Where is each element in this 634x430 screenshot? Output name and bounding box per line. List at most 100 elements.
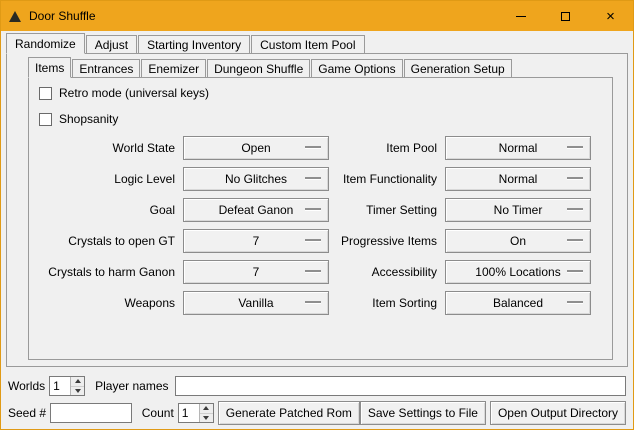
client-area: Randomize Adjust Starting Inventory Cust… <box>1 31 633 429</box>
dropdown-value: Balanced <box>493 296 543 310</box>
worlds-row: Worlds Player names <box>8 375 626 397</box>
count-spin-down-button[interactable] <box>200 414 213 423</box>
field-label: Item Functionality <box>337 167 437 191</box>
checkbox-box-icon[interactable] <box>39 113 52 126</box>
generate-patched-rom-button[interactable]: Generate Patched Rom <box>218 401 360 425</box>
save-settings-button[interactable]: Save Settings to File <box>360 401 486 425</box>
dropdown-value: 7 <box>253 234 260 248</box>
weapons-dropdown[interactable]: Vanilla <box>183 291 329 315</box>
spin-up-icon <box>75 379 81 383</box>
progressive-items-dropdown[interactable]: On <box>445 229 591 253</box>
dropdown-indicator-icon <box>567 146 583 148</box>
close-icon: × <box>606 9 615 24</box>
dropdown-indicator-icon <box>567 301 583 303</box>
spin-up-icon <box>203 406 209 410</box>
field-label: Item Pool <box>337 136 437 160</box>
dropdown-value: Open <box>241 141 270 155</box>
seed-input[interactable] <box>50 403 132 423</box>
tab-entrances[interactable]: Entrances <box>72 59 140 78</box>
count-spinner <box>178 403 214 423</box>
checkbox-box-icon[interactable] <box>39 87 52 100</box>
tab-enemizer[interactable]: Enemizer <box>141 59 206 78</box>
items-tab-pane: Retro mode (universal keys) Shopsanity W… <box>28 77 613 360</box>
retro-mode-checkbox[interactable]: Retro mode (universal keys) <box>39 84 612 102</box>
spin-down-icon <box>75 389 81 393</box>
crystals-harm-ganon-dropdown[interactable]: 7 <box>183 260 329 284</box>
dropdown-indicator-icon <box>567 270 583 272</box>
item-functionality-dropdown[interactable]: Normal <box>445 167 591 191</box>
dropdown-indicator-icon <box>567 177 583 179</box>
field-label: Weapons <box>35 291 175 315</box>
count-spin-up-button[interactable] <box>200 404 213 414</box>
tab-dungeon-shuffle[interactable]: Dungeon Shuffle <box>207 59 310 78</box>
window-title: Door Shuffle <box>29 9 96 23</box>
world-state-dropdown[interactable]: Open <box>183 136 329 160</box>
spin-down-icon <box>203 416 209 420</box>
worlds-spin-buttons <box>70 377 84 395</box>
dropdown-indicator-icon <box>305 270 321 272</box>
dropdown-value: 7 <box>253 265 260 279</box>
field-label: Progressive Items <box>337 229 437 253</box>
minimize-button[interactable] <box>498 1 543 31</box>
dropdown-value: Vanilla <box>238 296 273 310</box>
worlds-label: Worlds <box>8 379 45 393</box>
tab-starting-inventory[interactable]: Starting Inventory <box>138 35 250 54</box>
worlds-spin-down-button[interactable] <box>71 387 84 396</box>
dropdown-indicator-icon <box>305 146 321 148</box>
field-label: Crystals to open GT <box>35 229 175 253</box>
field-label: Item Sorting <box>337 291 437 315</box>
worlds-spin-up-button[interactable] <box>71 377 84 387</box>
tab-custom-item-pool[interactable]: Custom Item Pool <box>251 35 364 54</box>
tab-generation-setup[interactable]: Generation Setup <box>404 59 512 78</box>
dropdown-indicator-icon <box>305 301 321 303</box>
dropdown-value: 100% Locations <box>475 265 560 279</box>
tab-game-options[interactable]: Game Options <box>311 59 402 78</box>
inner-tab-bar: Items Entrances Enemizer Dungeon Shuffle… <box>28 57 513 78</box>
tab-randomize[interactable]: Randomize <box>6 33 85 54</box>
tab-items[interactable]: Items <box>28 57 71 78</box>
field-label: Timer Setting <box>337 198 437 222</box>
shopsanity-checkbox[interactable]: Shopsanity <box>39 110 612 128</box>
timer-setting-dropdown[interactable]: No Timer <box>445 198 591 222</box>
maximize-icon <box>561 12 570 21</box>
item-pool-dropdown[interactable]: Normal <box>445 136 591 160</box>
worlds-input[interactable] <box>50 377 70 395</box>
dropdown-indicator-icon <box>567 239 583 241</box>
close-button[interactable]: × <box>588 1 633 31</box>
item-sorting-dropdown[interactable]: Balanced <box>445 291 591 315</box>
count-input[interactable] <box>179 404 199 422</box>
dropdown-indicator-icon <box>305 208 321 210</box>
field-label: Crystals to harm Ganon <box>35 260 175 284</box>
open-output-directory-button[interactable]: Open Output Directory <box>490 401 626 425</box>
dropdown-indicator-icon <box>567 208 583 210</box>
options-grid: World State Open Item Pool Normal Logic … <box>35 136 612 315</box>
count-spin-buttons <box>199 404 213 422</box>
title-bar[interactable]: Door Shuffle × <box>1 1 633 31</box>
dropdown-value: No Glitches <box>225 172 287 186</box>
dropdown-value: Normal <box>499 172 538 186</box>
randomize-tab-pane: Items Entrances Enemizer Dungeon Shuffle… <box>6 53 628 367</box>
seed-row: Seed # Count Generate Patched Rom Save S… <box>8 401 626 425</box>
minimize-icon <box>516 16 526 17</box>
logic-level-dropdown[interactable]: No Glitches <box>183 167 329 191</box>
field-label: Accessibility <box>337 260 437 284</box>
count-label: Count <box>142 406 174 420</box>
app-icon <box>9 11 21 22</box>
tab-adjust[interactable]: Adjust <box>86 35 137 54</box>
outer-tab-bar: Randomize Adjust Starting Inventory Cust… <box>6 33 366 54</box>
checkbox-label: Shopsanity <box>59 112 118 126</box>
checkbox-label: Retro mode (universal keys) <box>59 86 209 100</box>
goal-dropdown[interactable]: Defeat Ganon <box>183 198 329 222</box>
player-names-label: Player names <box>95 379 168 393</box>
maximize-button[interactable] <box>543 1 588 31</box>
player-names-input[interactable] <box>175 376 627 396</box>
accessibility-dropdown[interactable]: 100% Locations <box>445 260 591 284</box>
caption-buttons: × <box>498 1 633 31</box>
crystals-open-gt-dropdown[interactable]: 7 <box>183 229 329 253</box>
dropdown-value: On <box>510 234 526 248</box>
app-window: Door Shuffle × Randomize Adjust Starting… <box>0 0 634 430</box>
seed-label: Seed # <box>8 406 46 420</box>
dropdown-value: Normal <box>499 141 538 155</box>
field-label: Goal <box>35 198 175 222</box>
dropdown-indicator-icon <box>305 177 321 179</box>
